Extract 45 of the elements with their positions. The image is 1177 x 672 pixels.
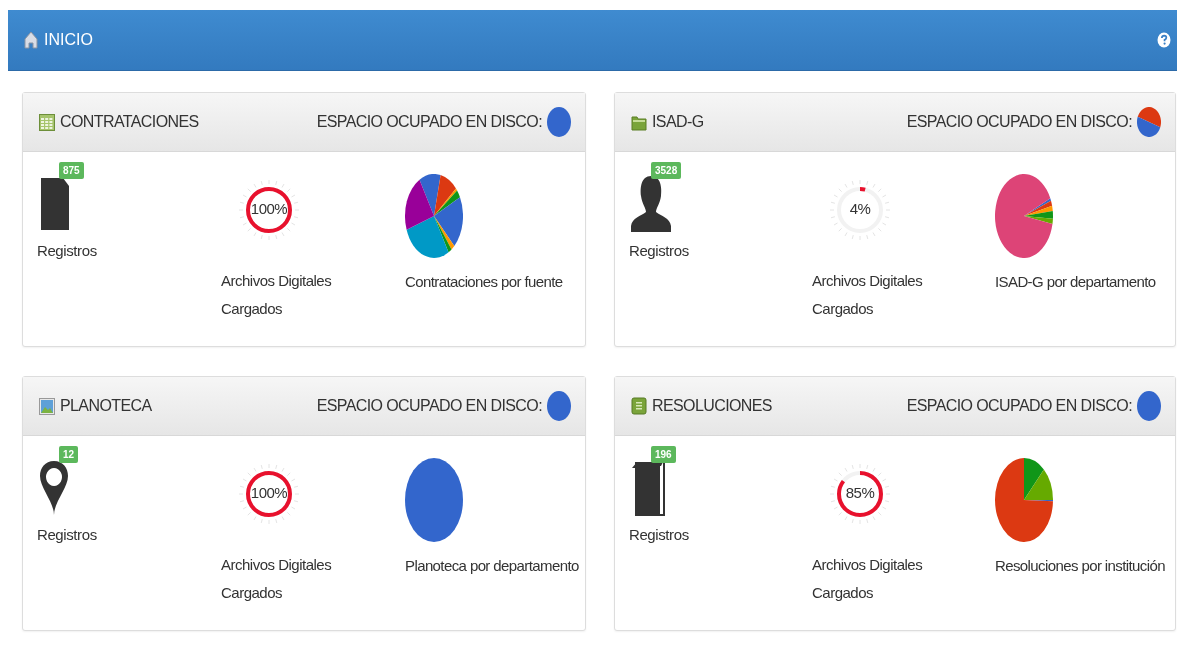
gauge-label: Archivos Digitales Cargados	[221, 555, 333, 603]
book-icon	[631, 460, 667, 516]
percent-reading: 85%	[844, 484, 876, 501]
chart-caption: Resoluciones por institución	[995, 556, 1166, 576]
folder-icon	[631, 113, 647, 131]
count-badge: 875	[59, 162, 84, 179]
disk-pie-icon	[547, 107, 571, 137]
help-icon[interactable]	[1157, 32, 1171, 48]
disk-label: ESPACIO OCUPADO EN DISCO:	[316, 397, 542, 415]
disk-label: ESPACIO OCUPADO EN DISCO:	[906, 397, 1132, 415]
panel-title: RESOLUCIONES	[652, 397, 772, 415]
page-title: INICIO	[44, 31, 93, 49]
gauge-label: Archivos Digitales Cargados	[221, 271, 333, 319]
chart-caption: Planoteca por departamento	[405, 556, 580, 576]
disk-pie-icon	[1137, 391, 1161, 421]
panel-title: ISAD-G	[652, 113, 704, 131]
count-badge: 196	[651, 446, 676, 463]
gauge-label: Archivos Digitales Cargados	[812, 555, 924, 603]
panel-title: PLANOTECA	[60, 397, 152, 415]
person-icon	[631, 174, 671, 232]
progress-ring	[829, 461, 891, 527]
home-icon	[24, 31, 38, 49]
count-label: Registros	[37, 242, 97, 259]
percent-reading: 100%	[249, 484, 289, 501]
chart-caption: ISAD-G por departamento	[995, 272, 1157, 292]
disk-pie-icon	[1137, 107, 1161, 137]
percent-reading: 4%	[848, 200, 872, 217]
image-icon	[39, 397, 55, 415]
count-badge: 12	[59, 446, 79, 463]
book-icon	[631, 397, 647, 415]
calendar-icon	[39, 113, 55, 131]
count-label: Registros	[629, 526, 689, 543]
count-label: Registros	[37, 526, 97, 543]
count-badge: 3528	[651, 162, 682, 179]
chart-caption: Contrataciones por fuente	[405, 272, 564, 292]
disk-label: ESPACIO OCUPADO EN DISCO:	[316, 113, 542, 131]
progress-ring	[238, 461, 300, 527]
percent-reading: 100%	[249, 200, 289, 217]
count-label: Registros	[629, 242, 689, 259]
panel-title: CONTRATACIONES	[60, 113, 199, 131]
disk-pie-icon	[547, 391, 571, 421]
progress-ring	[829, 177, 891, 243]
disk-label: ESPACIO OCUPADO EN DISCO:	[906, 113, 1132, 131]
progress-ring	[238, 177, 300, 243]
gauge-label: Archivos Digitales Cargados	[812, 271, 924, 319]
